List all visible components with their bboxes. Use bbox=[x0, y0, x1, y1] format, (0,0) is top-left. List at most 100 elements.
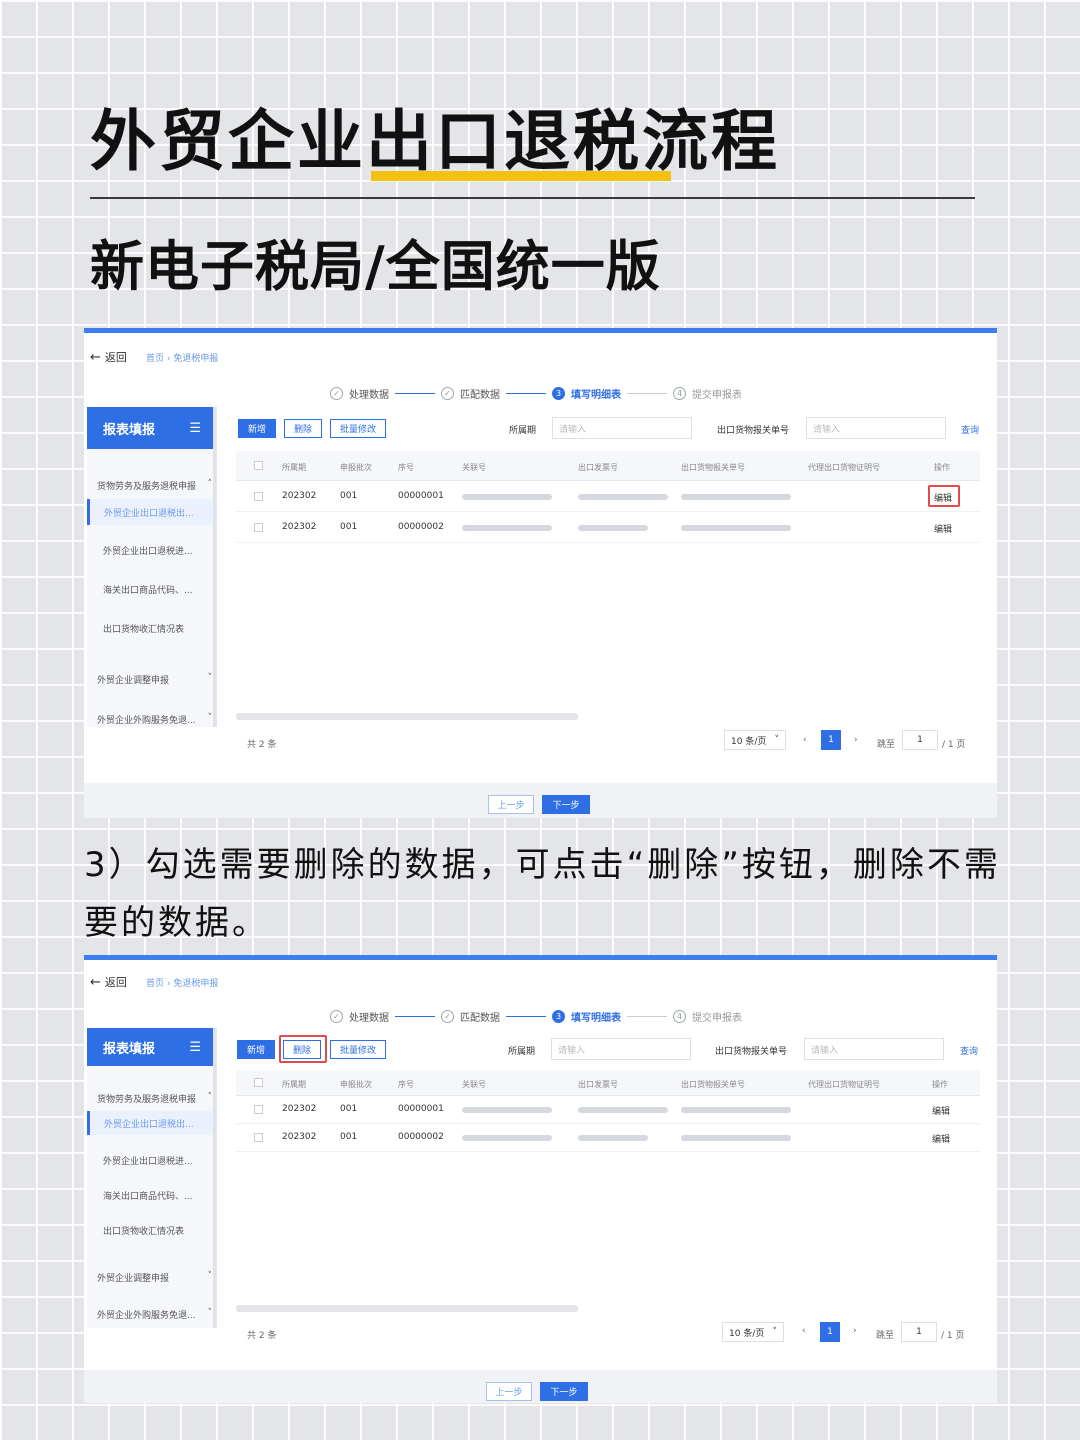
prev-page-icon[interactable]: ‹ bbox=[803, 735, 807, 745]
horizontal-scrollbar[interactable] bbox=[236, 713, 578, 720]
sidebar-group-adjust[interactable]: 外贸企业调整申报 ˅ bbox=[97, 1271, 212, 1284]
sidebar-item-customs-code[interactable]: 海关出口商品代码、... bbox=[103, 1189, 193, 1202]
back-button[interactable]: ← 返回 bbox=[90, 974, 127, 990]
table-row[interactable]: 202302 001 00000001 编辑 bbox=[236, 1096, 980, 1124]
sidebar-group-services[interactable]: 外贸企业外购服务免退... ˅ bbox=[97, 713, 212, 726]
page-1-button[interactable]: 1 bbox=[821, 730, 841, 750]
next-page-icon[interactable]: › bbox=[854, 735, 858, 745]
row-checkbox[interactable] bbox=[254, 1133, 263, 1142]
row-checkbox[interactable] bbox=[254, 1105, 263, 1114]
table-row[interactable]: 202302 001 00000002 编辑 bbox=[236, 1124, 980, 1152]
step-connector bbox=[627, 1016, 667, 1017]
step-caption: 3）勾选需要删除的数据，可点击“删除”按钮，删除不需要的数据。 bbox=[84, 845, 1001, 943]
edit-link[interactable]: 编辑 bbox=[932, 1104, 950, 1117]
cell-period: 202302 bbox=[282, 1132, 317, 1142]
sidebar: 报表填报 ☰ 货物劳务及服务退税申报 ˄ 外贸企业出口退税出... 外贸企业出口退… bbox=[87, 407, 217, 727]
sidebar-item-export-import[interactable]: 外贸企业出口退税进... bbox=[103, 544, 193, 557]
edit-link[interactable]: 编辑 bbox=[932, 1132, 950, 1145]
stepper: ✓ 处理数据 ✓ 匹配数据 3 填写明细表 4 提交申报表 bbox=[330, 386, 742, 401]
column-header: 代理出口货物证明号 bbox=[808, 1080, 880, 1089]
row-checkbox[interactable] bbox=[254, 492, 263, 501]
table-row[interactable]: 202302 001 00000002 编辑 bbox=[236, 512, 980, 543]
sidebar-item-export-refund[interactable]: 外贸企业出口退税出... bbox=[87, 499, 213, 525]
sidebar-group-adjust[interactable]: 外贸企业调整申报 ˅ bbox=[97, 673, 212, 686]
sidebar-group[interactable]: 货物劳务及服务退税申报 ˄ bbox=[97, 479, 212, 492]
cell-seq: 00000002 bbox=[398, 522, 444, 532]
next-step-button[interactable]: 下一步 bbox=[542, 795, 590, 814]
sidebar-group[interactable]: 货物劳务及服务退税申报 ˄ bbox=[97, 1092, 212, 1105]
sidebar-group-label: 外贸企业外购服务免退... bbox=[97, 716, 196, 726]
breadcrumb[interactable]: 首页 › 免退税申报 bbox=[146, 976, 218, 989]
period-input[interactable]: 请输入 bbox=[552, 417, 692, 439]
prev-step-button[interactable]: 上一步 bbox=[488, 795, 534, 814]
page-size-select[interactable]: 10 条/页 ˅ bbox=[722, 1322, 784, 1342]
goto-label: 跳至 bbox=[876, 1331, 895, 1341]
edit-link[interactable]: 编辑 bbox=[934, 522, 952, 535]
query-button[interactable]: 查询 bbox=[960, 1044, 978, 1057]
blurred-cell bbox=[462, 525, 552, 531]
sidebar-header: 报表填报 ☰ bbox=[87, 407, 213, 449]
step-active: 3 填写明细表 bbox=[552, 1009, 621, 1024]
prev-page-icon[interactable]: ‹ bbox=[802, 1326, 806, 1336]
menu-icon[interactable]: ☰ bbox=[189, 1040, 201, 1055]
column-header: 出口货物报关单号 bbox=[681, 463, 745, 472]
sidebar-item-forex[interactable]: 出口货物收汇情况表 bbox=[103, 1224, 184, 1237]
sidebar-item-export-refund[interactable]: 外贸企业出口退税出... bbox=[87, 1111, 213, 1135]
select-all-checkbox[interactable] bbox=[254, 1078, 263, 1087]
chevron-down-icon: ˅ bbox=[772, 1327, 778, 1337]
sidebar-item-export-import[interactable]: 外贸企业出口退税进... bbox=[103, 1154, 193, 1167]
next-page-icon[interactable]: › bbox=[853, 1326, 857, 1336]
customs-no-input[interactable]: 请输入 bbox=[804, 1038, 944, 1060]
blurred-cell bbox=[462, 1135, 552, 1141]
sidebar-header: 报表填报 ☰ bbox=[87, 1028, 213, 1066]
page-total: / 1 页 bbox=[942, 740, 966, 750]
page-size-value: 10 条/页 bbox=[729, 1328, 765, 1339]
step-number: 4 bbox=[673, 387, 686, 400]
total-count: 共 2 条 bbox=[247, 1331, 277, 1341]
query-button[interactable]: 查询 bbox=[961, 423, 979, 436]
total-count: 共 2 条 bbox=[247, 740, 277, 750]
back-button[interactable]: ← 返回 bbox=[90, 349, 127, 365]
step-number: 4 bbox=[673, 1010, 686, 1023]
column-header: 所属期 bbox=[282, 463, 306, 472]
column-header: 出口发票号 bbox=[578, 1080, 618, 1089]
goto-input[interactable]: 1 bbox=[902, 730, 938, 750]
screenshot-delete-highlight: ← 返回 首页 › 免退税申报 ✓ 处理数据 ✓ 匹配数据 3 填写明细表 4 提交申报… bbox=[84, 955, 997, 1403]
sidebar-group-label: 货物劳务及服务退税申报 bbox=[97, 1095, 197, 1105]
table-row[interactable]: 202302 001 00000001 编辑 bbox=[236, 481, 980, 512]
menu-icon[interactable]: ☰ bbox=[189, 421, 201, 436]
blurred-cell bbox=[681, 1107, 791, 1113]
column-header: 出口发票号 bbox=[578, 463, 618, 472]
row-checkbox[interactable] bbox=[254, 523, 263, 532]
column-header: 序号 bbox=[398, 463, 414, 472]
customs-no-label: 出口货物报关单号 bbox=[715, 1047, 788, 1057]
sidebar-item-customs-code[interactable]: 海关出口商品代码、... bbox=[103, 583, 193, 596]
horizontal-scrollbar[interactable] bbox=[236, 1305, 578, 1312]
add-button[interactable]: 新增 bbox=[238, 419, 276, 438]
period-input[interactable]: 请输入 bbox=[551, 1038, 691, 1060]
step-number: 3 bbox=[552, 387, 565, 400]
select-all-checkbox[interactable] bbox=[254, 461, 263, 470]
column-header: 操作 bbox=[934, 463, 950, 472]
next-step-button[interactable]: 下一步 bbox=[540, 1382, 588, 1401]
arrow-left-icon: ← bbox=[90, 974, 101, 990]
prev-step-button[interactable]: 上一步 bbox=[486, 1382, 532, 1401]
page-1-button[interactable]: 1 bbox=[820, 1322, 840, 1342]
customs-no-input[interactable]: 请输入 bbox=[806, 417, 946, 439]
batch-edit-button[interactable]: 批量修改 bbox=[330, 1040, 386, 1059]
delete-button[interactable]: 删除 bbox=[284, 419, 322, 438]
breadcrumb[interactable]: 首页 › 免退税申报 bbox=[146, 351, 218, 364]
cell-period: 202302 bbox=[282, 522, 317, 532]
sidebar-group-services[interactable]: 外贸企业外购服务免退... ˅ bbox=[97, 1308, 212, 1321]
batch-edit-button[interactable]: 批量修改 bbox=[330, 419, 386, 438]
edit-link[interactable]: 编辑 bbox=[934, 491, 952, 504]
goto-input[interactable]: 1 bbox=[901, 1322, 937, 1342]
add-button[interactable]: 新增 bbox=[237, 1040, 275, 1059]
sidebar-item-forex[interactable]: 出口货物收汇情况表 bbox=[103, 622, 184, 635]
delete-button[interactable]: 删除 bbox=[283, 1040, 321, 1059]
footer-bar: 上一步 下一步 bbox=[84, 1370, 997, 1403]
blurred-cell bbox=[681, 494, 791, 500]
blurred-cell bbox=[578, 525, 648, 531]
page-size-select[interactable]: 10 条/页 ˅ bbox=[724, 730, 786, 750]
step-label: 提交申报表 bbox=[692, 390, 742, 401]
